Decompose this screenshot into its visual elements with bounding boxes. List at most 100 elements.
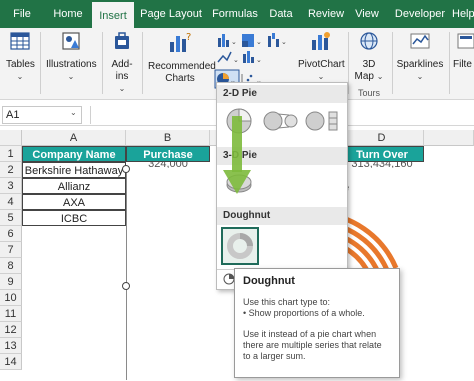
- tooltip-title: Doughnut: [243, 275, 295, 287]
- illustrations-button[interactable]: Illustrations ⌄: [46, 30, 97, 83]
- row-header[interactable]: 10: [0, 290, 22, 306]
- pivotchart-label: PivotChart: [298, 59, 345, 70]
- tab-page-layout[interactable]: Page Layout: [138, 0, 204, 28]
- svg-text:⌄: ⌄: [256, 57, 262, 64]
- ribbon-separator: [142, 32, 143, 94]
- row-header[interactable]: 4: [0, 194, 22, 210]
- chart-type-icons[interactable]: ⌄ ⌄ ⌄ ⌄ ⌄ ⌄ ⌄: [214, 30, 302, 90]
- row-header[interactable]: 7: [0, 242, 22, 258]
- ribbon-separator: [348, 32, 349, 94]
- row-header[interactable]: 8: [0, 258, 22, 274]
- cell-a4[interactable]: AXA: [22, 194, 126, 210]
- addins-label: Add-ins: [111, 59, 133, 82]
- tab-view[interactable]: View: [352, 0, 382, 28]
- recommended-chart-icon: ?: [170, 32, 191, 52]
- table-icon: [10, 32, 30, 50]
- 3d-map-label-1: 3D: [362, 59, 376, 70]
- 3d-map-button[interactable]: 3D Map ⌄ Tours: [352, 30, 386, 99]
- chevron-down-icon: ⌄: [16, 72, 24, 81]
- section-doughnut: Doughnut: [217, 207, 347, 225]
- filters-label: Filte: [453, 59, 472, 70]
- svg-text:⌄: ⌄: [281, 39, 287, 46]
- pivotchart-icon: [312, 32, 330, 50]
- tooltip-line: Use it instead of a pie chart when: [243, 329, 377, 339]
- recommended-charts-label-2: Charts: [165, 73, 195, 84]
- tooltip-line: to a larger sum.: [243, 351, 306, 361]
- formula-divider: [90, 106, 91, 124]
- tables-label: Tables: [6, 59, 35, 70]
- ribbon-separator: [40, 32, 41, 94]
- recommended-charts-button[interactable]: ? Recommended Charts: [148, 30, 216, 85]
- store-icon: [115, 32, 129, 49]
- chevron-down-icon: ⌄: [67, 72, 75, 81]
- tab-data[interactable]: Data: [266, 0, 296, 28]
- svg-text:⌄: ⌄: [233, 57, 239, 64]
- ribbon-separator: [392, 32, 393, 94]
- column-header-d[interactable]: D: [340, 130, 424, 146]
- column-chart-icon: [218, 34, 229, 47]
- recommended-charts-label-1: Recommended: [148, 61, 216, 72]
- tab-file[interactable]: File: [4, 0, 40, 28]
- shapes-icon: [62, 32, 80, 50]
- cell-a3[interactable]: Allianz: [22, 178, 126, 194]
- tab-home[interactable]: Home: [46, 0, 90, 28]
- tab-review[interactable]: Review: [306, 0, 346, 28]
- pivotchart-button[interactable]: PivotChart ⌄: [298, 30, 345, 83]
- waterfall-chart-icon: [268, 33, 279, 47]
- line-chart-icon: [217, 51, 232, 63]
- svg-text:?: ?: [186, 32, 191, 43]
- chevron-down-icon: ⌄: [416, 72, 424, 81]
- cell-a1[interactable]: Company Name: [22, 146, 126, 162]
- row-header[interactable]: 1: [0, 146, 22, 162]
- statistic-chart-icon: [243, 51, 254, 63]
- cell-a5[interactable]: ICBC: [22, 210, 126, 226]
- tab-help[interactable]: Help: [452, 0, 474, 28]
- svg-text:⌄: ⌄: [256, 39, 262, 46]
- globe-icon: [360, 32, 378, 50]
- doughnut-tooltip: Doughnut Use this chart type to: • Show …: [234, 268, 400, 378]
- row-header[interactable]: 9: [0, 274, 22, 290]
- chevron-down-icon[interactable]: ⌄: [70, 108, 77, 117]
- filter-icon: [457, 33, 474, 49]
- sparklines-label: Sparklines: [396, 59, 444, 70]
- select-all-corner[interactable]: [0, 130, 22, 146]
- filters-button[interactable]: Filte: [453, 30, 474, 71]
- 3d-map-label-2: Map ⌄: [354, 71, 384, 82]
- column-header-a[interactable]: A: [22, 130, 126, 146]
- tab-developer[interactable]: Developer: [394, 0, 446, 28]
- section-2d-pie: 2-D Pie: [217, 85, 347, 103]
- tab-insert[interactable]: Insert: [92, 0, 134, 30]
- row-header[interactable]: 11: [0, 306, 22, 322]
- tooltip-line: Use this chart type to:: [243, 297, 331, 307]
- doughnut-option-selected[interactable]: [221, 227, 259, 265]
- column-header-e[interactable]: [424, 130, 474, 146]
- resize-handle[interactable]: [122, 282, 130, 290]
- row-header[interactable]: 5: [0, 210, 22, 226]
- row-header[interactable]: 12: [0, 322, 22, 338]
- illustrations-label: Illustrations: [46, 59, 97, 70]
- resize-handle[interactable]: [122, 165, 130, 173]
- ribbon-separator: [449, 32, 450, 94]
- tooltip-line: • Show proportions of a whole.: [243, 308, 365, 318]
- cell-b1[interactable]: Purchase: [126, 146, 210, 162]
- ribbon-tab-bar: File Home Insert Page Layout Formulas Da…: [0, 0, 474, 30]
- column-header-b[interactable]: B: [126, 130, 210, 146]
- chevron-down-icon: ⌄: [118, 84, 126, 93]
- cell-a2[interactable]: Berkshire Hathaway: [22, 162, 126, 178]
- doughnut-icon: [227, 233, 253, 259]
- row-header[interactable]: 13: [0, 338, 22, 354]
- row-header[interactable]: 2: [0, 162, 22, 178]
- tables-button[interactable]: Tables ⌄: [6, 30, 35, 83]
- row-header[interactable]: 14: [0, 354, 22, 370]
- cell-d1[interactable]: Turn Over: [340, 146, 424, 162]
- ribbon-separator: [102, 32, 103, 94]
- addins-button[interactable]: Add-ins ⌄: [106, 30, 138, 95]
- sparklines-button[interactable]: Sparklines ⌄: [394, 30, 446, 83]
- pie-of-pie-icon[interactable]: [263, 107, 299, 135]
- bar-of-pie-icon[interactable]: [305, 107, 341, 135]
- row-header[interactable]: 6: [0, 226, 22, 242]
- tab-formulas[interactable]: Formulas: [208, 0, 262, 28]
- row-header[interactable]: 3: [0, 178, 22, 194]
- arrow-down-icon: [223, 116, 251, 194]
- hierarchy-chart-icon: [242, 34, 254, 47]
